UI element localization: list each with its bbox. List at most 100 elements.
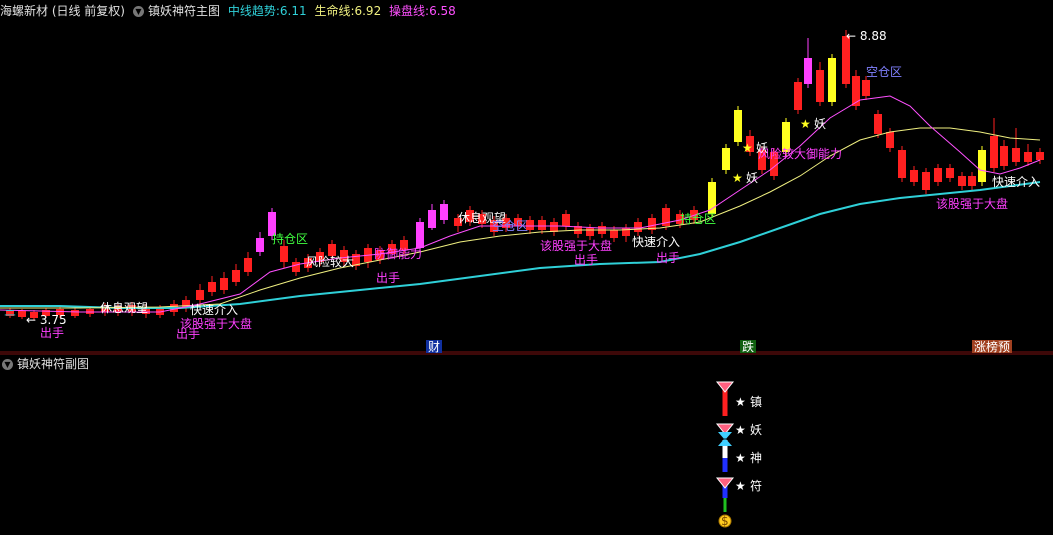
limit-up-tag: 涨榜预	[974, 339, 1010, 354]
candle-body	[18, 311, 26, 317]
star-icon: ★	[800, 117, 811, 131]
demon-label: 妖	[756, 141, 768, 155]
shen-label: 神	[750, 451, 762, 465]
coin-symbol: $	[721, 514, 729, 528]
candle-body	[968, 176, 976, 186]
hold-zone-label: 持仓区	[680, 211, 716, 226]
control-line-value: 6.58	[429, 4, 456, 18]
exit-label: 出手	[176, 327, 200, 341]
candle-body	[586, 228, 594, 236]
candle-body	[416, 222, 424, 248]
chevron-down-icon[interactable]: ▼	[133, 6, 144, 17]
star-icon: ★	[735, 423, 746, 437]
yao-label: 妖	[750, 423, 762, 437]
stock-title: 海螺新材 (日线 前复权)	[0, 4, 125, 18]
indicator-lines	[0, 95, 1041, 313]
candle-body	[428, 210, 436, 228]
chart-canvas: 出手三 休息观望 快速介入该股强于大盘出手持仓区风险较大防御能力出手休息观望空仓区该…	[0, 29, 1053, 528]
candle-body	[1000, 146, 1008, 166]
candle-body	[828, 58, 836, 102]
fast-entry-label: 快速介入	[992, 175, 1040, 189]
candle-body	[280, 246, 288, 262]
exit-label: 出手	[574, 253, 598, 267]
candle-body	[852, 76, 860, 106]
fast-entry-label: 快速介入	[632, 235, 680, 249]
risk-label: 风险较大	[306, 254, 354, 269]
candle-body	[610, 230, 618, 238]
candle-body	[934, 168, 942, 182]
candle-body	[862, 80, 870, 96]
star-icon: ★	[735, 451, 746, 465]
candle-body	[220, 278, 228, 290]
candle-body	[804, 58, 812, 84]
demon-label: 妖	[746, 171, 758, 185]
main-chart-header: 海螺新材 (日线 前复权) ▼ 镇妖神符主图 中线趋势:6.11 生命线:6.92 …	[0, 2, 460, 20]
candle-body	[634, 222, 642, 232]
low-price-mark: ← 3.75	[26, 313, 67, 327]
candle-body	[1036, 152, 1044, 160]
candle-body	[842, 36, 850, 84]
candle-body	[990, 136, 998, 168]
sub-chart-header: ▼ 镇妖神符副图	[0, 355, 93, 373]
control-line-label: 操盘线:	[389, 4, 430, 18]
life-line-label: 生命线:	[314, 4, 355, 18]
candle-body	[244, 258, 252, 272]
candle-body	[874, 114, 882, 134]
exit-label: 出手	[656, 251, 680, 265]
candle-body	[292, 262, 300, 272]
candle-body	[946, 168, 954, 178]
candle-body	[978, 150, 986, 182]
exit-label: 出手	[40, 326, 64, 340]
star-icon: ★	[742, 141, 753, 155]
zhen-label: 镇	[750, 395, 762, 409]
wait-label: 休息观望	[100, 300, 148, 315]
star-icon: ★	[732, 171, 743, 185]
demon-label: 妖	[814, 117, 826, 131]
candle-body	[196, 290, 204, 300]
mid-trend-line	[0, 181, 1041, 309]
candle-body	[898, 150, 906, 178]
gem-icon	[715, 381, 735, 393]
candle-body	[440, 204, 448, 220]
candle-body	[886, 132, 894, 148]
chevron-down-icon-sub[interactable]: ▼	[2, 359, 13, 370]
signal-labels: 出手三 休息观望 快速介入该股强于大盘出手持仓区风险较大防御能力出手休息观望空仓区该…	[4, 29, 1040, 354]
fu-label: 符	[750, 478, 762, 493]
candle-body	[71, 310, 79, 316]
candle-body	[1012, 148, 1020, 162]
defense-label: 防御能力	[374, 246, 422, 261]
control-line	[0, 95, 1041, 313]
candle-body	[232, 270, 240, 282]
main-indicator-name[interactable]: 镇妖神符主图	[148, 4, 220, 18]
empty-zone-label: 空仓区	[492, 219, 528, 233]
candle-body	[922, 172, 930, 190]
candle-body	[1024, 152, 1032, 162]
fast-entry-label: 快速介入	[190, 303, 238, 317]
life-line-value: 6.92	[354, 4, 382, 18]
candle-body	[256, 238, 264, 252]
hold-zone-label: 持仓区	[272, 231, 308, 246]
mid-trend-value: 6.11	[279, 4, 307, 18]
candle-body	[722, 148, 730, 170]
wealth-tag: 财	[428, 340, 440, 354]
candle-body	[910, 170, 918, 182]
stronger-label: 该股强于大盘	[936, 196, 1008, 211]
start-marker: 三	[4, 304, 16, 318]
risk-defense-label: 风险较大御能力	[758, 146, 842, 161]
candle-body	[550, 222, 558, 232]
candle-body	[816, 70, 824, 102]
star-icon: ★	[735, 395, 746, 409]
candle-body	[734, 110, 742, 142]
gem-icon	[715, 477, 735, 489]
sub-indicator-name[interactable]: 镇妖神符副图	[17, 357, 89, 371]
candle-body	[538, 220, 546, 230]
star-icon: ★	[735, 479, 746, 493]
empty-zone-label: 空仓区	[866, 65, 902, 79]
fall-tag: 跌	[742, 339, 754, 354]
mid-trend-label: 中线趋势:	[227, 4, 280, 18]
candle-body	[958, 176, 966, 186]
exit-label: 出手	[376, 271, 400, 285]
stronger-label: 该股强于大盘	[540, 238, 612, 253]
candle-body	[208, 282, 216, 292]
candle-body	[794, 82, 802, 110]
